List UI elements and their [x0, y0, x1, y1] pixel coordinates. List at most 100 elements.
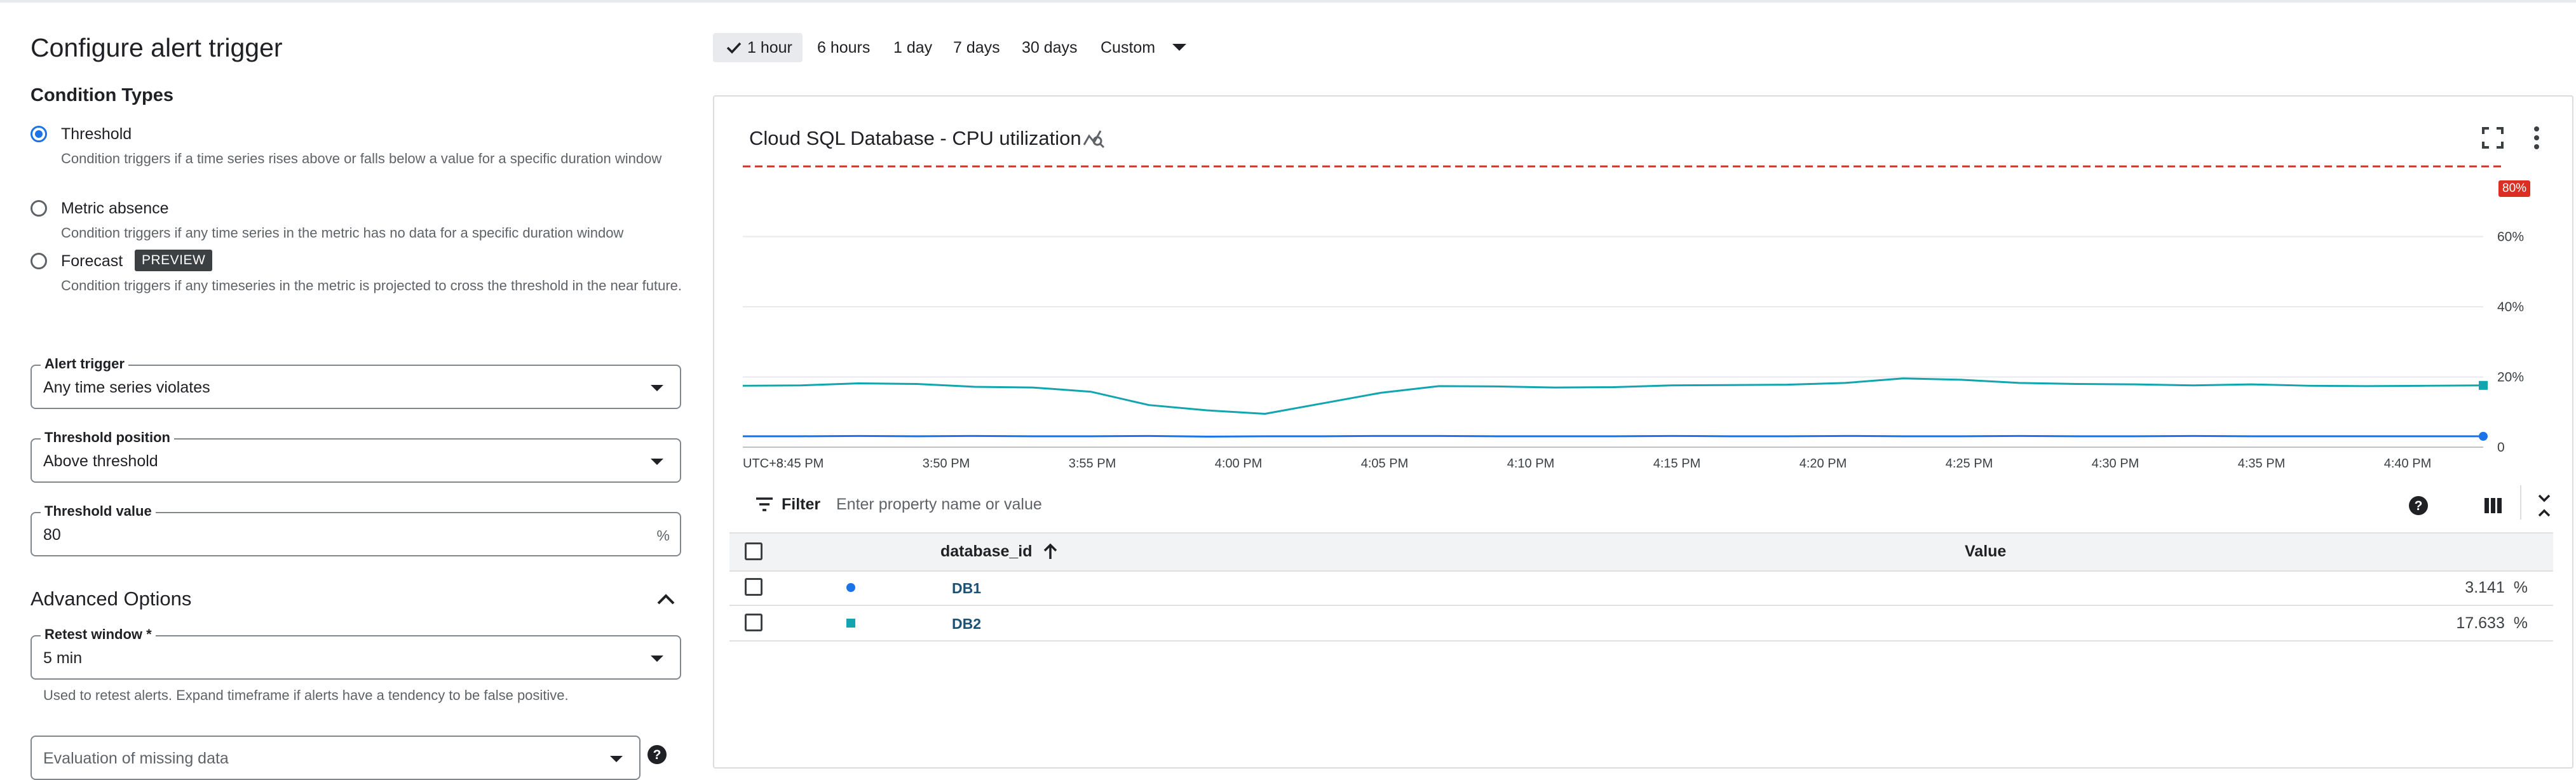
series-end-point	[2479, 380, 2488, 390]
alert-trigger-label: Alert trigger	[41, 356, 128, 372]
check-icon	[726, 42, 742, 54]
row-checkbox[interactable]	[745, 578, 763, 596]
threshold-value-text: 80	[43, 526, 61, 544]
series-end-point	[2479, 431, 2488, 441]
sort-ascending-icon	[1044, 543, 1057, 559]
threshold-label[interactable]: Threshold	[61, 125, 132, 144]
x-tick-label: 4:00 PM	[1215, 457, 1262, 471]
column-database-id-label: database_id	[940, 542, 1033, 560]
x-tick-label: 3:55 PM	[1069, 457, 1116, 471]
table-header: database_id Value	[729, 532, 2553, 572]
filter-label[interactable]: Filter	[782, 495, 820, 514]
range-1-hour[interactable]: 1 hour	[713, 33, 803, 62]
range-1-day[interactable]: 1 day	[893, 33, 932, 62]
more-options-icon[interactable]	[2530, 124, 2543, 151]
row-database-id[interactable]: DB1	[952, 580, 981, 597]
x-tick-label: 3:45 PM	[776, 457, 824, 471]
missing-data-placeholder: Evaluation of missing data	[43, 750, 229, 767]
series-marker-circle-icon	[846, 583, 855, 592]
x-tick-label: 4:25 PM	[1946, 457, 1993, 471]
row-database-id[interactable]: DB2	[952, 615, 981, 633]
range-7-days[interactable]: 7 days	[953, 33, 1000, 62]
dropdown-arrow-icon	[1172, 44, 1187, 51]
threshold-unit: %	[656, 527, 670, 544]
x-tick-label: 4:10 PM	[1507, 457, 1554, 471]
help-icon[interactable]: ?	[2408, 495, 2429, 516]
threshold-badge: 80%	[2498, 180, 2531, 197]
filter-input[interactable]: Enter property name or value	[836, 495, 1042, 514]
page-title: Configure alert trigger	[31, 33, 283, 62]
x-tick-label: 3:50 PM	[923, 457, 970, 471]
threshold-value-label: Threshold value	[41, 503, 156, 520]
retest-window-label: Retest window *	[41, 626, 156, 643]
help-icon[interactable]: ?	[647, 744, 667, 765]
row-value-number: 3.141	[2465, 579, 2505, 596]
range-6-hours[interactable]: 6 hours	[817, 33, 870, 62]
y-tick-label: 20%	[2497, 370, 2524, 385]
svg-text:?: ?	[653, 748, 661, 762]
threshold-radio[interactable]	[31, 126, 47, 142]
toolbar-divider	[2520, 485, 2521, 520]
condition-types-heading: Condition Types	[31, 85, 174, 105]
x-tick-label: 4:40 PM	[2384, 457, 2431, 471]
row-value-number: 17.633	[2456, 614, 2505, 632]
row-value: 17.633 %	[2456, 614, 2528, 633]
forecast-label[interactable]: Forecast	[61, 252, 123, 271]
y-tick-label: 40%	[2497, 300, 2524, 314]
advanced-options-heading: Advanced Options	[31, 588, 192, 610]
dropdown-arrow-icon	[651, 656, 663, 662]
svg-text:?: ?	[2415, 499, 2423, 513]
retest-window-select[interactable]: Retest window * 5 min	[31, 626, 681, 680]
chart-card: Cloud SQL Database - CPU utilization 0 20…	[713, 95, 2573, 769]
dropdown-arrow-icon	[610, 756, 623, 762]
metric-absence-radio[interactable]	[31, 200, 47, 217]
row-value-unit: %	[2513, 579, 2528, 596]
forecast-desc: Condition triggers if any timeseries in …	[61, 278, 682, 293]
column-header-value[interactable]: Value	[1965, 542, 2006, 561]
top-border	[0, 0, 2576, 3]
threshold-desc: Condition triggers if a time series rise…	[61, 151, 662, 166]
y-tick-label: 0	[2497, 440, 2505, 455]
table-row[interactable]: DB1 3.141 %	[729, 570, 2553, 606]
x-tick-label: 4:20 PM	[1800, 457, 1847, 471]
chart-explore-icon[interactable]	[1081, 126, 1107, 151]
x-tick-label: 4:35 PM	[2238, 457, 2285, 471]
range-custom[interactable]: Custom	[1101, 33, 1187, 62]
series-line-db2	[742, 377, 2484, 415]
chart-title: Cloud SQL Database - CPU utilization	[749, 127, 1081, 149]
filter-icon[interactable]	[755, 497, 774, 512]
range-1-hour-label: 1 hour	[747, 39, 792, 57]
row-value-unit: %	[2513, 614, 2528, 632]
threshold-position-label: Threshold position	[41, 429, 174, 446]
y-tick-label: 60%	[2497, 230, 2524, 245]
metric-absence-desc: Condition triggers if any time series in…	[61, 225, 624, 241]
select-all-checkbox[interactable]	[745, 542, 763, 560]
column-picker-icon[interactable]	[2483, 497, 2502, 514]
dropdown-arrow-icon	[651, 459, 663, 465]
metric-absence-label[interactable]: Metric absence	[61, 199, 169, 218]
table-row[interactable]: DB2 17.633 %	[729, 606, 2553, 642]
row-value: 3.141 %	[2465, 579, 2528, 597]
column-header-database-id[interactable]: database_id	[940, 542, 1058, 561]
line-chart: 020%40%60%UTC+83:45 PM 3:50 PM 3:55 PM 4:00…	[742, 165, 2524, 471]
x-tick-label: 4:30 PM	[2092, 457, 2139, 471]
series-marker-square-icon	[846, 619, 855, 628]
alert-trigger-select[interactable]: Alert trigger Any time series violates	[31, 356, 681, 409]
range-30-days[interactable]: 30 days	[1022, 33, 1078, 62]
alert-trigger-value: Any time series violates	[43, 379, 210, 396]
x-tick-label: 4:05 PM	[1361, 457, 1408, 471]
threshold-position-select[interactable]: Threshold position Above threshold	[31, 429, 681, 483]
x-tick-label: 4:15 PM	[1653, 457, 1700, 471]
row-checkbox[interactable]	[745, 614, 763, 631]
threshold-position-value: Above threshold	[43, 452, 158, 470]
retest-window-hint: Used to retest alerts. Expand timeframe …	[43, 687, 569, 703]
collapse-icon[interactable]	[2535, 493, 2553, 518]
dropdown-arrow-icon	[651, 385, 663, 391]
forecast-radio[interactable]	[31, 253, 47, 269]
range-custom-label: Custom	[1101, 39, 1156, 57]
retest-window-value: 5 min	[43, 649, 83, 667]
fullscreen-icon[interactable]	[2481, 126, 2505, 150]
chevron-up-icon[interactable]	[654, 589, 677, 609]
preview-badge: PREVIEW	[135, 250, 213, 271]
threshold-value-input[interactable]: Threshold value 80 %	[31, 503, 681, 556]
